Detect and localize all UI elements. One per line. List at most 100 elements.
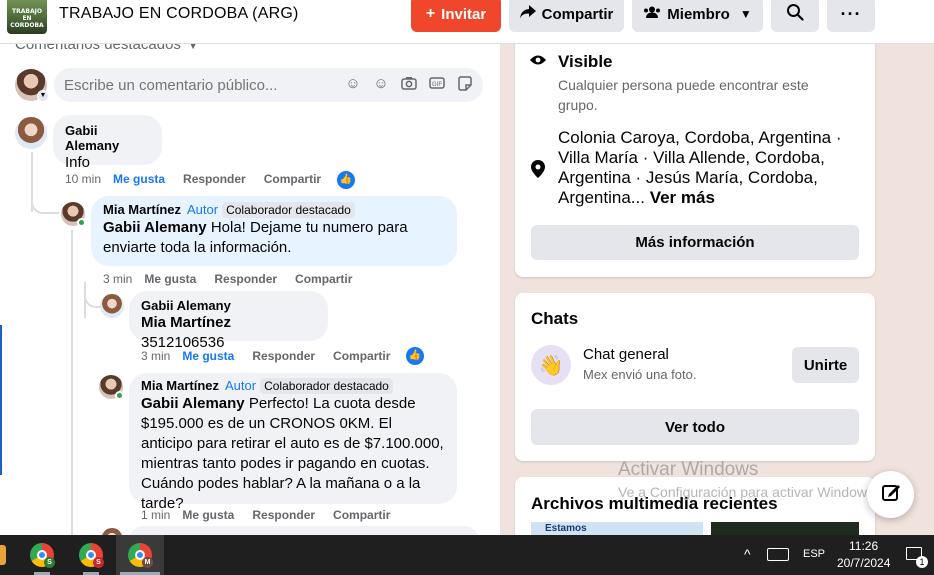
featured-comments-filter[interactable]: Comentarios destacados ▼ (15, 44, 198, 53)
comment-body: Perfecto! La cuota desde $195.000 es de … (141, 395, 444, 512)
share-arrow-icon (519, 4, 536, 24)
reply-link[interactable]: Responder (183, 172, 246, 186)
join-chat-button[interactable]: Unirte (792, 347, 859, 383)
comment-header: Mia Martínez Autor Colaborador destacado (103, 202, 445, 218)
clock-time[interactable]: 11:26 (849, 539, 878, 553)
commenter-avatar[interactable] (100, 528, 124, 535)
waving-hand-icon[interactable]: 👋 (531, 345, 571, 385)
clock-date[interactable]: 20/7/2024 (837, 556, 890, 570)
page-edge-indicator (0, 325, 2, 475)
comment-composer[interactable]: ☺ ☺ GIF (54, 68, 483, 102)
invite-button[interactable]: + Invitar (411, 0, 501, 32)
comment-bubble: Mia Martínez Autor Colaborador destacado G… (91, 196, 457, 266)
avatar-dropdown-icon[interactable]: ▼ (37, 90, 49, 102)
comment-text: Gabii Alemany Hola! Dejame tu numero par… (103, 218, 445, 258)
group-thumb-text: TRABAJO EN CORDOBA (10, 8, 44, 29)
comment-bubble: Gabii Alemany Info (53, 115, 162, 171)
caret-down-icon: ▼ (188, 44, 199, 52)
author-tag: Autor (225, 378, 257, 393)
more-info-button[interactable]: Más información (531, 225, 859, 260)
camera-icon[interactable] (401, 76, 417, 92)
chat-last-message: Mex envió una foto. (583, 367, 697, 382)
location-pin-icon (531, 160, 545, 183)
sticker-icon[interactable] (457, 76, 473, 92)
chrome-profile-badge: S (93, 557, 104, 568)
like-link[interactable]: Me gusta (182, 508, 234, 522)
thread-connector (31, 194, 59, 214)
comments-panel: Comentarios destacados ▼ ▼ ☺ ☺ GIF Gabii… (0, 44, 500, 535)
like-link[interactable]: Me gusta (144, 272, 196, 286)
like-link[interactable]: Me gusta (182, 349, 234, 363)
comment-bubble: Mia Martínez Autor Colaborador destacado G… (129, 373, 457, 512)
windows-taskbar: S S M ^ ESP 11:26 20/7/2024 1 (0, 535, 934, 575)
author-tag: Autor (187, 202, 219, 217)
eye-icon (529, 53, 547, 71)
commenter-avatar[interactable] (100, 294, 124, 318)
locations-text: Colonia Caroya, Cordoba, Argentina · Vil… (558, 128, 858, 208)
comment-bubble (129, 526, 479, 535)
input-language[interactable]: ESP (803, 548, 825, 560)
comment-time[interactable]: 10 min (65, 172, 101, 186)
compose-icon (881, 482, 901, 507)
keyboard-icon[interactable] (767, 548, 789, 561)
comment-text: Gabii Alemany Perfecto! La cuota desde $… (141, 394, 445, 514)
see-all-chats-button[interactable]: Ver todo (531, 409, 859, 445)
search-icon (786, 3, 804, 25)
about-card: Visible Cualquier persona puede encontra… (515, 30, 875, 277)
share-link[interactable]: Compartir (333, 508, 390, 522)
comment-input[interactable] (64, 68, 334, 102)
top-contributor-badge: Colaborador destacado (260, 378, 393, 394)
media-thumb-text: Estamos (545, 523, 587, 534)
comment-actions: 3 min Me gusta Responder Compartir (103, 272, 370, 286)
mention-link[interactable]: Mia Martínez (141, 314, 231, 331)
comment-bubble: Gabii Alemany Mia Martínez 3512106536 (129, 291, 328, 351)
media-thumbnail[interactable] (711, 522, 859, 536)
members-icon (643, 5, 661, 23)
see-more-link[interactable]: Ver más (650, 188, 715, 207)
group-cover-thumbnail[interactable]: TRABAJO EN CORDOBA (7, 0, 47, 34)
commenter-avatar[interactable] (15, 117, 47, 149)
search-button[interactable] (771, 0, 819, 32)
notification-count-badge: 1 (916, 556, 928, 568)
reply-link[interactable]: Responder (252, 349, 315, 363)
share-label: Compartir (541, 5, 614, 23)
media-thumbnail[interactable]: Estamos (531, 522, 703, 536)
mention-link[interactable]: Gabii Alemany (103, 219, 207, 236)
gif-icon[interactable]: GIF (429, 76, 445, 92)
share-button[interactable]: Compartir (509, 0, 624, 32)
comment-author[interactable]: Mia Martínez (103, 202, 181, 217)
comment-time[interactable]: 3 min (103, 272, 132, 286)
comment-author[interactable]: Gabii Alemany (65, 123, 150, 153)
comment-time[interactable]: 3 min (141, 349, 170, 363)
share-link[interactable]: Compartir (264, 172, 321, 186)
chats-card: Chats 👋 Chat general Mex envió una foto.… (515, 293, 875, 461)
like-reaction-icon[interactable]: 👍 (406, 347, 424, 365)
visibility-title: Visible (558, 52, 613, 71)
more-options-button[interactable]: ··· (827, 0, 875, 32)
share-link[interactable]: Compartir (295, 272, 352, 286)
chats-title: Chats (531, 309, 579, 328)
like-reaction-icon[interactable]: 👍 (337, 171, 355, 189)
chat-name[interactable]: Chat general (583, 346, 669, 363)
share-link[interactable]: Compartir (333, 349, 390, 363)
comment-time[interactable]: 1 min (141, 508, 170, 522)
member-button[interactable]: Miembro ▼ (632, 0, 763, 32)
mention-link[interactable]: Gabii Alemany (141, 395, 245, 412)
plus-icon: + (425, 5, 436, 22)
reply-link[interactable]: Responder (214, 272, 277, 286)
like-link[interactable]: Me gusta (113, 172, 165, 186)
emoji-icon[interactable]: ☺ (373, 76, 389, 92)
avatar-sticker-icon[interactable]: ☺ (345, 76, 361, 92)
group-title[interactable]: TRABAJO EN CORDOBA (ARG) (59, 5, 299, 23)
comment-author[interactable]: Gabii Alemany (141, 298, 316, 313)
new-message-button[interactable] (867, 471, 914, 518)
chrome-profile-badge: M (142, 557, 153, 568)
chevron-up-icon[interactable]: ^ (744, 546, 751, 562)
file-explorer-icon[interactable] (0, 545, 6, 565)
reply-link[interactable]: Responder (252, 508, 315, 522)
comment-actions: 3 min Me gusta Responder Compartir (141, 349, 408, 363)
group-header: TRABAJO EN CORDOBA TRABAJO EN CORDOBA (A… (0, 0, 934, 44)
thread-connector (84, 296, 100, 308)
invite-label: Invitar (441, 5, 487, 23)
comment-author[interactable]: Mia Martínez (141, 378, 219, 393)
